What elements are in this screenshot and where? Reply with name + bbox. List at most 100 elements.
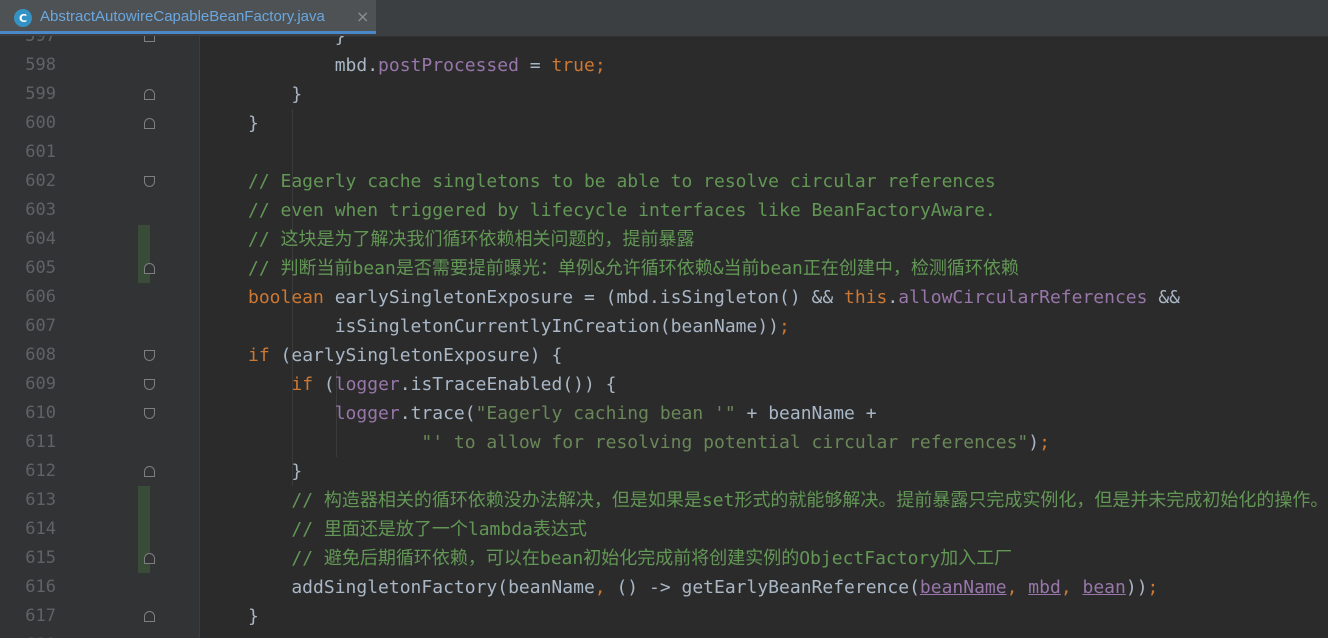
code-line[interactable]: 613 // 构造器相关的循环依赖没办法解决，但是如果是set形式的就能够解决。… xyxy=(0,486,1328,515)
code-line[interactable]: 610 logger.trace("Eagerly caching bean '… xyxy=(0,399,1328,428)
fold-start-icon[interactable] xyxy=(144,176,155,187)
fold-start-icon[interactable] xyxy=(144,379,155,390)
code-text: // 避免后期循环依赖，可以在bean初始化完成前将创建实例的ObjectFac… xyxy=(248,544,1012,573)
code-token: this xyxy=(844,287,888,308)
code-editor[interactable]: 597 } 598 mbd.postProcessed = true; 599 } 6… xyxy=(0,36,1328,638)
file-tab[interactable]: C AbstractAutowireCapableBeanFactory.jav… xyxy=(0,0,376,34)
code-token: ; xyxy=(779,316,790,337)
code-text: } xyxy=(248,602,259,631)
code-line[interactable]: 598 mbd.postProcessed = true; xyxy=(0,51,1328,80)
code-token: "' to allow for resolving potential circ… xyxy=(421,432,1029,453)
close-icon[interactable]: × xyxy=(356,7,369,26)
vcs-change-marker[interactable] xyxy=(138,515,150,544)
line-number: 601 xyxy=(25,142,56,162)
editor-tab-bar: C AbstractAutowireCapableBeanFactory.jav… xyxy=(0,0,1328,37)
code-text: } xyxy=(248,457,302,486)
code-line[interactable]: 602 // Eagerly cache singletons to be abl… xyxy=(0,167,1328,196)
code-token: logger xyxy=(334,374,400,395)
code-token: ( xyxy=(313,374,335,395)
fold-start-icon[interactable] xyxy=(144,408,155,419)
code-token: , xyxy=(1060,577,1083,598)
code-line[interactable]: 612 } xyxy=(0,457,1328,486)
line-number: 617 xyxy=(25,606,56,626)
line-number: 605 xyxy=(25,258,56,278)
code-token: , xyxy=(1006,577,1029,598)
code-line[interactable]: 611 "' to allow for resolving potential … xyxy=(0,428,1328,457)
code-line[interactable]: 606 boolean earlySingletonExposure = (mbd… xyxy=(0,283,1328,312)
code-token: } xyxy=(248,606,259,627)
line-number: 615 xyxy=(25,548,56,568)
code-token: (earlySingletonExposure) { xyxy=(269,345,563,366)
code-line[interactable]: 599 } xyxy=(0,80,1328,109)
code-token: } xyxy=(248,36,346,47)
vcs-change-marker[interactable] xyxy=(138,225,150,254)
code-text: // even when triggered by lifecycle inte… xyxy=(248,196,996,225)
fold-end-icon[interactable] xyxy=(144,263,155,274)
line-number: 603 xyxy=(25,200,56,220)
code-text: // 这块是为了解决我们循环依赖相关问题的，提前暴露 xyxy=(248,225,695,254)
fold-end-icon[interactable] xyxy=(144,36,155,42)
code-token: beanName xyxy=(919,577,1007,598)
code-line[interactable]: 614 // 里面还是放了一个lambda表达式 xyxy=(0,515,1328,544)
code-text: } xyxy=(248,80,302,109)
code-line[interactable]: 615 // 避免后期循环依赖，可以在bean初始化完成前将创建实例的Objec… xyxy=(0,544,1328,573)
code-token: isSingletonCurrentlyInCreation(beanName)… xyxy=(248,316,780,337)
code-token: } xyxy=(248,113,259,134)
code-line[interactable]: 607 isSingletonCurrentlyInCreation(beanN… xyxy=(0,312,1328,341)
code-token: // 构造器相关的循环依赖没办法解决，但是如果是set形式的就能够解决。提前暴露… xyxy=(291,490,1328,511)
line-number: 606 xyxy=(25,287,56,307)
fold-end-icon[interactable] xyxy=(144,553,155,564)
code-token: postProcessed xyxy=(378,55,519,76)
fold-end-icon[interactable] xyxy=(144,466,155,477)
code-text: addSingletonFactory(beanName, () -> getE… xyxy=(248,573,1158,602)
code-token: () -> getEarlyBeanReference( xyxy=(616,577,920,598)
code-token: bean xyxy=(1082,577,1126,598)
code-token: )) xyxy=(1125,577,1148,598)
code-token: allowCircularReferences xyxy=(898,287,1148,308)
code-text: if (earlySingletonExposure) { xyxy=(248,341,562,370)
code-line[interactable]: 597 } xyxy=(0,36,1328,51)
code-text: boolean earlySingletonExposure = (mbd.is… xyxy=(248,283,1180,312)
code-text: // Eagerly cache singletons to be able t… xyxy=(248,167,996,196)
code-line[interactable]: 600} xyxy=(0,109,1328,138)
fold-end-icon[interactable] xyxy=(144,118,155,129)
code-token: // 这块是为了解决我们循环依赖相关问题的，提前暴露 xyxy=(248,229,695,250)
code-token: // even when triggered by lifecycle inte… xyxy=(248,200,996,221)
code-token: earlySingletonExposure = (mbd.isSingleto… xyxy=(323,287,845,308)
code-line[interactable]: 617} xyxy=(0,602,1328,631)
code-line[interactable]: 618 xyxy=(0,631,1328,638)
code-token: } xyxy=(248,84,303,105)
code-line[interactable]: 605 // 判断当前bean是否需要提前曝光：单例&允许循环依赖&当前bean正… xyxy=(0,254,1328,283)
line-number: 599 xyxy=(25,84,56,104)
line-number: 608 xyxy=(25,345,56,365)
line-number: 609 xyxy=(25,374,56,394)
code-text: logger.trace("Eagerly caching bean '" + … xyxy=(248,399,877,428)
line-number: 613 xyxy=(25,490,56,510)
code-line[interactable]: 603 // even when triggered by lifecycle i… xyxy=(0,196,1328,225)
file-tab-label[interactable]: AbstractAutowireCapableBeanFactory.java xyxy=(40,8,325,25)
fold-end-icon[interactable] xyxy=(144,611,155,622)
code-line[interactable]: 601 xyxy=(0,138,1328,167)
code-token: boolean xyxy=(248,287,324,308)
fold-end-icon[interactable] xyxy=(144,89,155,100)
line-number: 598 xyxy=(25,55,56,75)
vcs-change-marker[interactable] xyxy=(138,486,150,515)
line-number: 611 xyxy=(25,432,56,452)
code-token: if xyxy=(291,374,314,395)
code-token: logger xyxy=(334,403,400,424)
code-text: "' to allow for resolving potential circ… xyxy=(248,428,1050,457)
code-text: // 判断当前bean是否需要提前曝光：单例&允许循环依赖&当前bean正在创建… xyxy=(248,254,1019,283)
fold-start-icon[interactable] xyxy=(144,350,155,361)
code-token: && xyxy=(1147,287,1180,308)
code-line[interactable]: 608 if (earlySingletonExposure) { xyxy=(0,341,1328,370)
code-text: // 构造器相关的循环依赖没办法解决，但是如果是set形式的就能够解决。提前暴露… xyxy=(248,486,1328,515)
code-token: .isTraceEnabled()) { xyxy=(399,374,617,395)
code-line[interactable]: 616 addSingletonFactory(beanName, () -> … xyxy=(0,573,1328,602)
code-text: // 里面还是放了一个lambda表达式 xyxy=(248,515,587,544)
code-token: mbd xyxy=(1028,577,1061,598)
code-line[interactable]: 604 // 这块是为了解决我们循环依赖相关问题的，提前暴露 xyxy=(0,225,1328,254)
code-line[interactable]: 609 if (logger.isTraceEnabled()) { xyxy=(0,370,1328,399)
